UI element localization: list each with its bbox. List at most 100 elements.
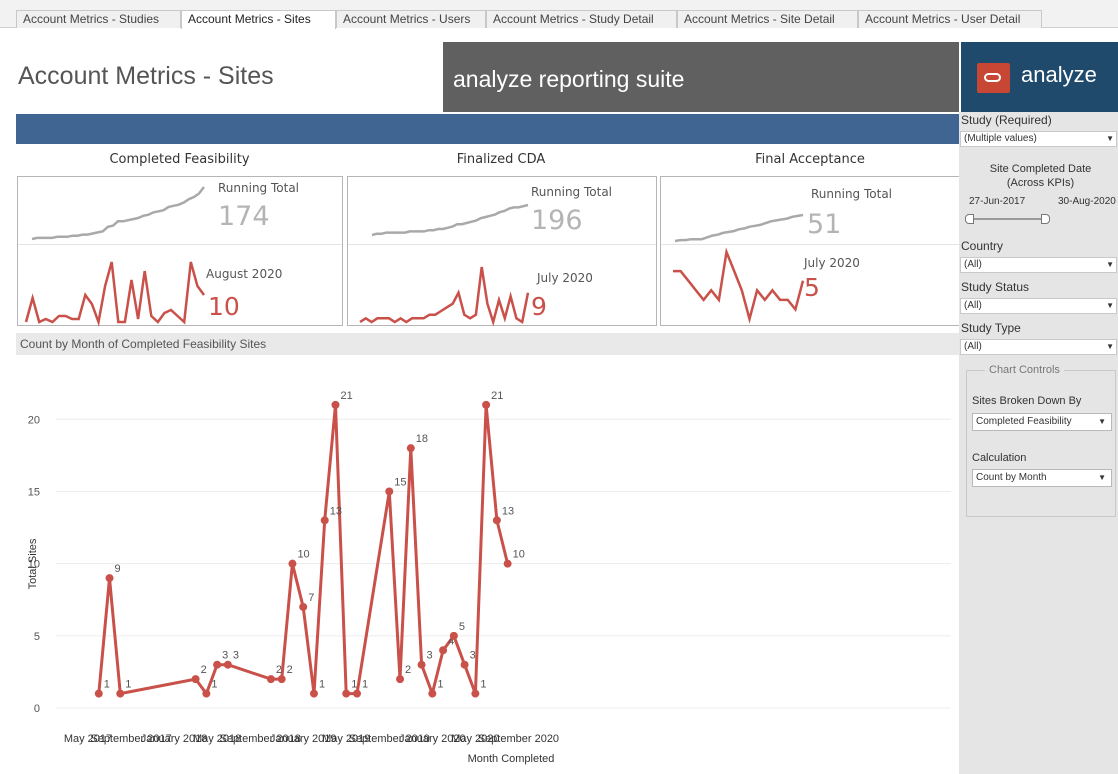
monthly-sparkline	[359, 266, 530, 327]
y-tick-label: 15	[28, 486, 40, 498]
data-label: 1	[437, 679, 443, 691]
breakdown-select[interactable]: Completed Feasibility ▼	[972, 413, 1112, 431]
data-point	[492, 516, 501, 525]
date-slider-start-handle[interactable]	[965, 214, 974, 224]
study-filter-select[interactable]: (Multiple values) ▼	[960, 131, 1117, 147]
data-point	[353, 689, 361, 698]
data-label: 10	[513, 549, 525, 561]
data-label: 10	[297, 549, 309, 561]
study-type-filter-label: Study Type	[961, 321, 1021, 335]
data-point	[396, 675, 405, 684]
data-label: 3	[222, 650, 228, 662]
kpi-sparklines	[359, 203, 530, 327]
data-label: 13	[502, 505, 514, 517]
data-label: 7	[308, 592, 314, 604]
data-label: 3	[427, 650, 433, 662]
study-type-filter-select[interactable]: (All) ▼	[960, 339, 1117, 355]
suite-title: analyze reporting suite	[453, 66, 685, 92]
running-total-label: Running Total	[218, 181, 300, 195]
study-status-filter-label: Study Status	[961, 280, 1030, 294]
brand-logo: analyze	[961, 42, 1118, 112]
data-point	[460, 660, 469, 669]
data-label: 21	[491, 390, 503, 402]
date-slider-end-handle[interactable]	[1041, 214, 1050, 224]
chart-controls-panel	[966, 370, 1116, 517]
month-value: 10	[208, 292, 240, 321]
data-point	[503, 559, 512, 568]
study-filter-value: (Multiple values)	[964, 133, 1037, 144]
kpi-card-final-acceptance[interactable]: Running Total 51 July 2020 5	[660, 176, 960, 326]
data-point	[309, 689, 318, 698]
data-label: 2	[405, 664, 411, 676]
country-filter-value: (All)	[964, 259, 982, 270]
month-value: 9	[531, 292, 547, 321]
chart-title: Count by Month of Completed Feasibility …	[20, 337, 267, 351]
chevron-down-icon: ▼	[1106, 134, 1114, 143]
date-start: 27-Jun-2017	[969, 196, 1026, 207]
data-label: 1	[125, 679, 131, 691]
kpi-title-completed-feasibility: Completed Feasibility	[109, 152, 250, 167]
running-total-sparkline	[674, 213, 804, 243]
tab-account-metrics-site-detail[interactable]: Account Metrics - Site Detail	[677, 10, 858, 28]
calculation-select[interactable]: Count by Month ▼	[972, 469, 1112, 487]
running-total-label: Running Total	[811, 187, 893, 201]
data-point	[471, 689, 480, 698]
monthly-sparkline	[24, 261, 206, 327]
chart-header: Count by Month of Completed Feasibility …	[16, 333, 959, 355]
study-status-filter-select[interactable]: (All) ▼	[960, 298, 1117, 314]
data-point	[385, 487, 394, 496]
kpi-title-finalized-cda: Finalized CDA	[456, 152, 546, 167]
oracle-mark-icon	[977, 63, 1010, 93]
month-label: August 2020	[206, 267, 283, 281]
data-point	[105, 574, 114, 583]
monthly-sites-line-chart[interactable]: 05101520May 2017September 2017January 20…	[16, 356, 959, 774]
tab-account-metrics-studies[interactable]: Account Metrics - Studies	[16, 10, 181, 28]
data-label: 1	[362, 679, 368, 691]
month-label: July 2020	[804, 256, 860, 270]
chart-controls-legend: Chart Controls	[985, 364, 1064, 376]
data-point	[406, 444, 415, 453]
study-status-filter-value: (All)	[964, 300, 982, 311]
chevron-down-icon: ▼	[1098, 473, 1106, 482]
date-slider-track[interactable]	[969, 218, 1045, 220]
suite-banner: analyze reporting suite	[443, 42, 959, 112]
data-label: 9	[115, 563, 121, 575]
data-label: 18	[416, 433, 428, 445]
kpi-title-final-acceptance: Final Acceptance	[755, 152, 865, 167]
data-label: 1	[319, 679, 325, 691]
data-point	[482, 400, 491, 409]
country-filter-select[interactable]: (All) ▼	[960, 257, 1117, 273]
date-filter-title-line1: Site Completed Date	[989, 163, 1092, 175]
running-total-sparkline	[371, 203, 529, 237]
data-point	[191, 675, 200, 684]
study-filter-label: Study (Required)	[961, 113, 1052, 127]
data-point	[288, 559, 297, 568]
tab-account-metrics-user-detail[interactable]: Account Metrics - User Detail	[858, 10, 1042, 28]
tab-account-metrics-study-detail[interactable]: Account Metrics - Study Detail	[486, 10, 677, 28]
study-type-filter-value: (All)	[964, 341, 982, 352]
date-filter-title: Site Completed Date (Across KPIs)	[963, 162, 1118, 190]
tab-account-metrics-users[interactable]: Account Metrics - Users	[336, 10, 486, 28]
data-label: 1	[211, 679, 217, 691]
date-filter-title-line2: (Across KPIs)	[1006, 177, 1075, 189]
data-label: 5	[459, 621, 465, 633]
date-end: 30-Aug-2020	[1058, 196, 1116, 207]
data-label: 1	[351, 679, 357, 691]
chevron-down-icon: ▼	[1106, 301, 1114, 310]
x-tick-label: September 2020	[478, 733, 559, 745]
month-label: July 2020	[537, 271, 593, 285]
data-label: 21	[340, 390, 352, 402]
data-point	[331, 400, 340, 409]
page-title: Account Metrics - Sites	[18, 62, 274, 90]
tab-account-metrics-sites[interactable]: Account Metrics - Sites	[181, 10, 336, 29]
x-axis-label: Month Completed	[468, 753, 555, 765]
data-point	[94, 689, 103, 698]
chevron-down-icon: ▼	[1106, 342, 1114, 351]
data-label: 2	[201, 664, 207, 676]
calculation-label: Calculation	[972, 452, 1027, 464]
calculation-value: Count by Month	[976, 472, 1047, 483]
data-point	[223, 660, 232, 669]
y-tick-label: 20	[28, 414, 40, 426]
kpi-card-completed-feasibility[interactable]: Running Total 174 August 2020 10	[17, 176, 343, 327]
kpi-card-finalized-cda[interactable]: Running Total 196 July 2020 9	[347, 176, 657, 327]
